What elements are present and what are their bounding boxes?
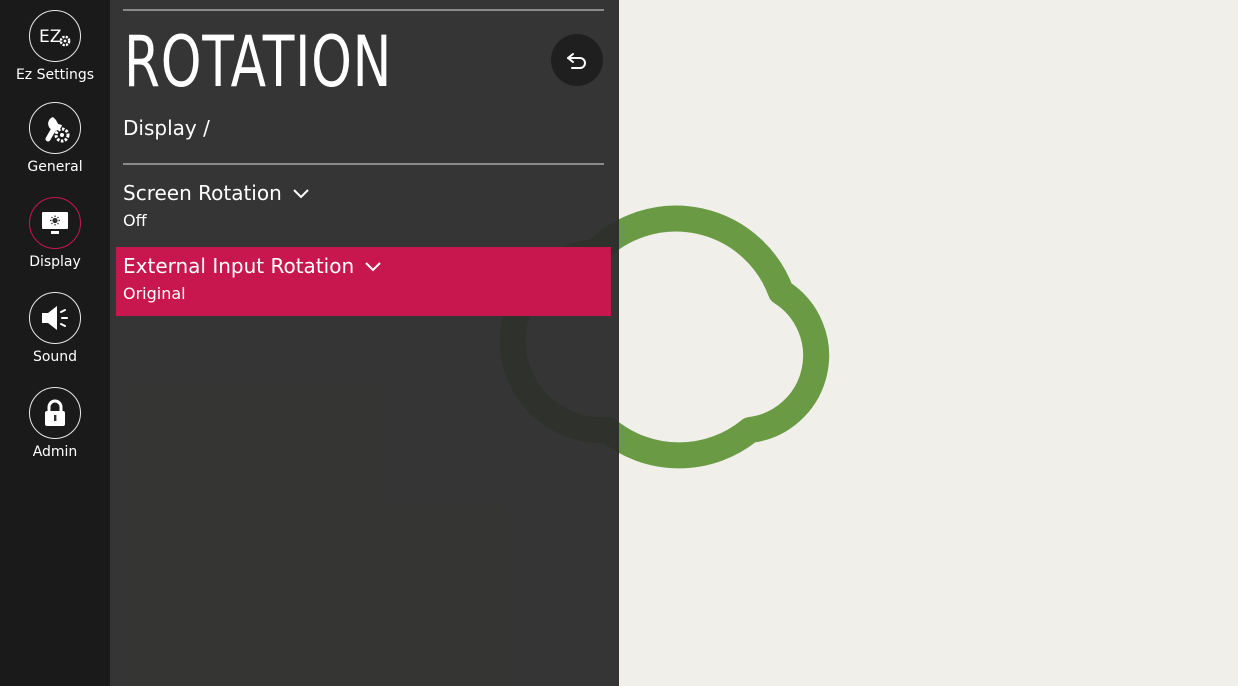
sidebar-item-sound[interactable]: Sound xyxy=(0,292,110,365)
sidebar-item-label: Admin xyxy=(32,444,78,460)
section-divider xyxy=(123,163,604,165)
sidebar-item-label: Display xyxy=(29,254,81,270)
setting-external-input-rotation[interactable]: External Input Rotation Original xyxy=(116,247,611,316)
wrench-gear-icon xyxy=(29,102,81,154)
ez-settings-icon: EZ xyxy=(29,10,81,62)
setting-value: Original xyxy=(123,284,186,303)
speaker-icon xyxy=(29,292,81,344)
back-arrow-icon xyxy=(567,53,586,69)
chevron-down-icon xyxy=(293,189,309,199)
page-title: ROTATION xyxy=(124,21,393,103)
category-sidebar: EZ Ez Settings General Display Sound Adm… xyxy=(0,0,110,686)
svg-text:EZ: EZ xyxy=(39,27,61,47)
lock-icon xyxy=(29,387,81,439)
sidebar-item-admin[interactable]: Admin xyxy=(0,387,110,460)
setting-value: Off xyxy=(123,211,147,230)
sidebar-item-label: Ez Settings xyxy=(15,67,95,83)
back-button[interactable] xyxy=(551,34,603,86)
sidebar-item-general[interactable]: General xyxy=(0,102,110,175)
setting-label: Screen Rotation xyxy=(123,181,282,205)
sidebar-item-label: General xyxy=(27,159,83,175)
sidebar-item-display[interactable]: Display xyxy=(0,197,110,270)
sidebar-item-ez-settings[interactable]: EZ Ez Settings xyxy=(0,10,110,83)
top-divider xyxy=(123,9,604,11)
breadcrumb: Display / xyxy=(123,116,210,140)
setting-screen-rotation[interactable]: Screen Rotation Off xyxy=(116,181,611,243)
monitor-icon xyxy=(29,197,81,249)
sidebar-item-label: Sound xyxy=(32,349,78,365)
rotation-settings-panel: ROTATION Display / Screen Rotation Off E… xyxy=(110,0,619,686)
setting-label: External Input Rotation xyxy=(123,254,355,278)
chevron-down-icon xyxy=(365,262,381,272)
